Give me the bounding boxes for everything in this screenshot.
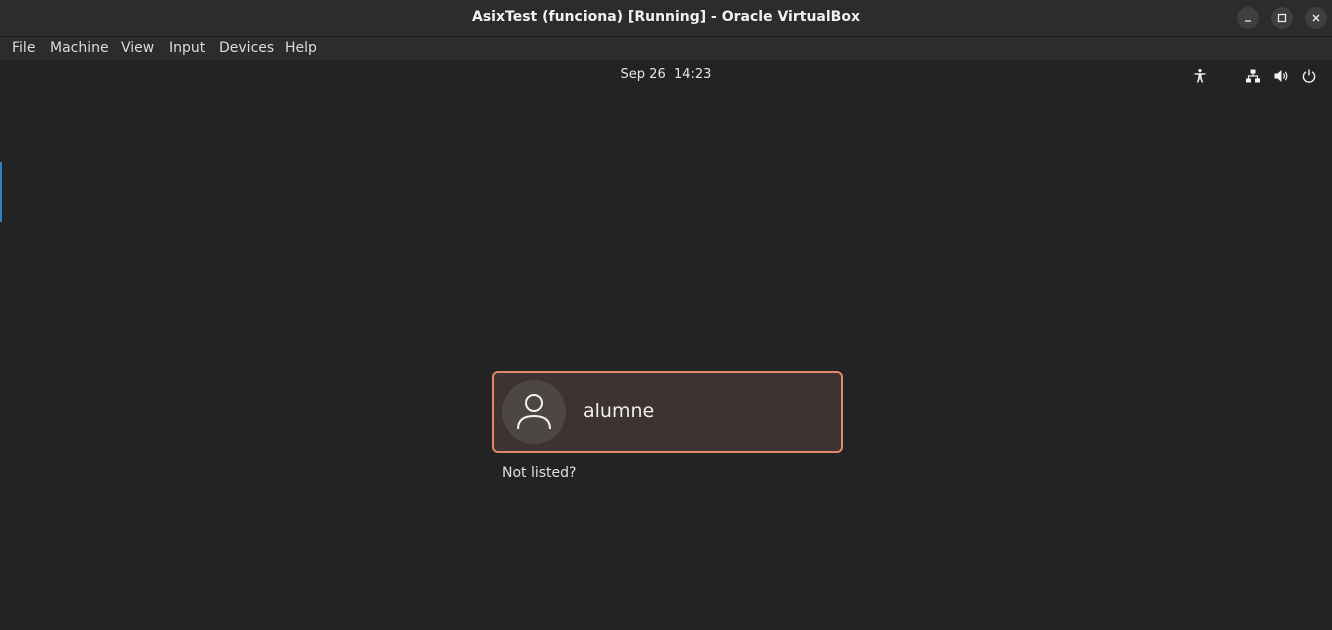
window-title: AsixTest (funciona) [Running] - Oracle V…	[472, 9, 860, 25]
user-login-card[interactable]: alumne	[492, 371, 843, 453]
power-icon[interactable]	[1301, 68, 1317, 84]
panel-clock[interactable]: Sep 26 14:23	[0, 67, 1332, 82]
avatar	[502, 380, 566, 444]
maximize-icon	[1277, 13, 1287, 23]
minimize-icon	[1245, 20, 1251, 22]
vm-display[interactable]: Sep 26 14:23 alumne Not listed?	[0, 60, 1332, 630]
menu-machine[interactable]: Machine	[50, 40, 109, 56]
not-listed-link[interactable]: Not listed?	[502, 465, 576, 481]
menu-input[interactable]: Input	[169, 40, 205, 56]
title-bar[interactable]: AsixTest (funciona) [Running] - Oracle V…	[0, 0, 1332, 37]
volume-icon[interactable]	[1273, 68, 1289, 84]
virtualbox-window: AsixTest (funciona) [Running] - Oracle V…	[0, 0, 1332, 630]
accessibility-icon[interactable]	[1192, 68, 1208, 84]
left-edge-accent	[0, 162, 2, 222]
maximize-button[interactable]	[1271, 7, 1293, 29]
menu-help[interactable]: Help	[285, 40, 317, 56]
close-button[interactable]	[1305, 7, 1327, 29]
menu-bar: File Machine View Input Devices Help	[0, 37, 1332, 60]
minimize-button[interactable]	[1237, 7, 1259, 29]
user-name: alumne	[583, 400, 655, 422]
menu-file[interactable]: File	[12, 40, 35, 56]
close-icon	[1312, 14, 1320, 22]
network-icon[interactable]	[1245, 68, 1261, 84]
menu-view[interactable]: View	[121, 40, 154, 56]
user-icon	[517, 394, 551, 430]
menu-devices[interactable]: Devices	[219, 40, 274, 56]
